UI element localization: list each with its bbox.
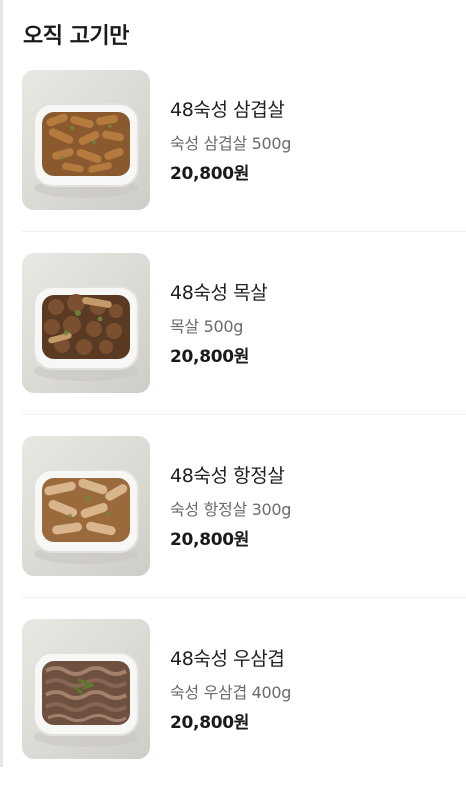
menu-item[interactable]: 48숙성 항정살 숙성 항정살 300g 20,800원 (0, 434, 466, 617)
menu-item[interactable]: 48숙성 목살 목살 500g 20,800원 (0, 251, 466, 434)
menu-item-name[interactable]: 48숙성 목살 (170, 278, 268, 305)
pork-belly-dish-icon[interactable] (22, 70, 150, 210)
divider (22, 414, 466, 415)
menu-item-name[interactable]: 48숙성 항정살 (170, 461, 285, 488)
menu-item-description: 목살 500g (170, 317, 244, 336)
pork-jowl-dish-icon[interactable] (22, 436, 150, 576)
menu-item-name[interactable]: 48숙성 삼겹살 (170, 95, 285, 122)
menu-item-price: 20,800원 (170, 164, 250, 184)
divider (22, 597, 466, 598)
divider (22, 231, 466, 232)
pork-neck-dish-icon[interactable] (22, 253, 150, 393)
menu-list: 48숙성 삼겹살 숙성 삼겹살 500g 20,800원 48숙성 목살 목살 … (0, 68, 466, 800)
menu-item[interactable]: 48숙성 우삼겹 숙성 우삼겹 400g 20,800원 (0, 617, 466, 800)
menu-item-price: 20,800원 (170, 530, 250, 550)
menu-item[interactable]: 48숙성 삼겹살 숙성 삼겹살 500g 20,800원 (0, 68, 466, 251)
menu-item-price: 20,800원 (170, 713, 250, 733)
menu-item-description: 숙성 삼겹살 500g (170, 134, 292, 153)
beef-brisket-dish-icon[interactable] (22, 619, 150, 759)
menu-item-name[interactable]: 48숙성 우삼겹 (170, 644, 285, 671)
menu-item-price: 20,800원 (170, 347, 250, 367)
menu-item-description: 숙성 우삼겹 400g (170, 683, 292, 702)
menu-item-description: 숙성 항정살 300g (170, 500, 292, 519)
section-title: 오직 고기만 (23, 24, 129, 49)
